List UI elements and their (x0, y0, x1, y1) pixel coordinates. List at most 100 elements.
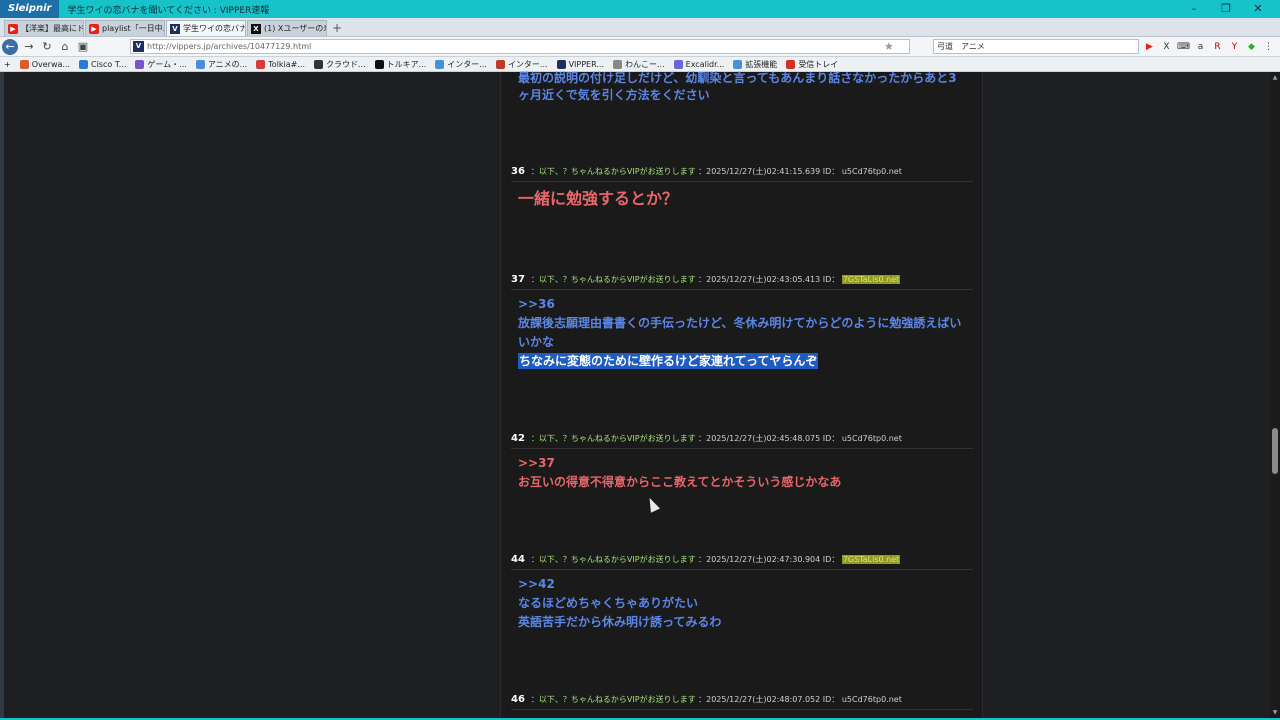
minimize-button[interactable]: – (1178, 0, 1210, 18)
url-text: http://vippers.jp/archives/10477129.html (147, 42, 312, 51)
tab-vipper[interactable]: V学生ワイの恋バナ... (166, 20, 246, 36)
post-id-highlighted[interactable]: 7GSTaLis0.net (841, 555, 901, 564)
bookmark-label: ゲーム・... (147, 59, 187, 69)
add-bookmark-button[interactable]: + (4, 60, 11, 69)
post-name: ：以下、？ちゃんねるからVIPがお送りします (530, 167, 696, 176)
post-header-46: 46 ：以下、？ちゃんねるからVIPがお送りします ：2025/12/27(土)0… (511, 694, 902, 706)
keyboard-icon[interactable]: ⌨ (1176, 40, 1191, 54)
amazon-icon[interactable]: a (1193, 40, 1208, 54)
bookmark-item[interactable]: トルキア... (374, 59, 426, 70)
search-input[interactable]: 弓道 アニメ (933, 39, 1139, 54)
bookmark-item[interactable]: Cisco T... (79, 59, 127, 69)
post-id[interactable]: u5Cd76tp0.net (842, 167, 902, 176)
maximize-button[interactable]: ❐ (1210, 0, 1242, 18)
bookmark-icon (135, 59, 145, 69)
post-number[interactable]: 46 (511, 694, 525, 705)
bookmark-label: Excalidr... (685, 59, 725, 69)
scroll-down-arrow-icon[interactable]: ▼ (1270, 709, 1280, 716)
tab-label: (1) Xユーザーの寿... (264, 24, 326, 33)
post-text-line: 英語苦手だから休み明け誘ってみるわ (518, 615, 722, 629)
bookmark-label: インター... (447, 59, 487, 69)
bookmark-icon (435, 59, 445, 69)
post-anchor-link[interactable]: >>42 (518, 575, 555, 594)
bookmark-icon (19, 59, 29, 69)
post-text-line: ヶ月近くで気を引く方法をください (518, 88, 710, 102)
post-text-line: いかな (518, 335, 555, 349)
youtube-icon[interactable]: ▶ (1142, 40, 1157, 54)
bookmark-label: アニメの... (207, 59, 248, 69)
post-separator (511, 181, 973, 182)
post-number[interactable]: 36 (511, 166, 525, 177)
post-text-line: 放課後志願理由書書くの手伝ったけど、冬休み明けてからどのように勉強誘えばい (518, 316, 962, 330)
post-id[interactable]: u5Cd76tp0.net (842, 434, 902, 443)
x-icon: X (251, 23, 261, 34)
post-date: ：2025/12/27(土)02:48:07.052 (698, 695, 821, 704)
bookmark-item[interactable]: Excalidr... (673, 59, 725, 69)
tab-bar: ▶【洋楽】最高にド... ▶playlist「一日中... V学生ワイの恋バナ.… (0, 18, 1280, 37)
bookmark-item[interactable]: ゲーム・... (135, 59, 187, 70)
page-icon[interactable]: ▣ (74, 38, 92, 56)
title-bar: Sleipnir 学生ワイの恋バナを聞いてください : VIPPER速報 – ❐… (0, 0, 1280, 18)
bookmark-item[interactable]: アニメの... (195, 59, 248, 70)
bookmark-item[interactable]: インター... (435, 59, 487, 70)
post-text-line: お互いの得意不得意からここ教えてとかそういう感じかなあ (518, 475, 842, 489)
bookmark-item[interactable]: 拡張機能 (733, 59, 777, 70)
menu-icon[interactable]: ⋮ (1261, 40, 1276, 54)
tab-x[interactable]: X(1) Xユーザーの寿... (247, 20, 327, 36)
post-date: ：2025/12/27(土)02:41:15.639 (698, 167, 821, 176)
site-favicon-icon: V (133, 41, 144, 52)
gmail-icon (786, 59, 796, 69)
post-date: ：2025/12/27(土)02:43:05.413 (698, 275, 821, 284)
post-number[interactable]: 42 (511, 433, 525, 444)
window-title: 学生ワイの恋バナを聞いてください : VIPPER速報 (67, 5, 270, 16)
app-brand: Sleipnir (0, 0, 60, 18)
bookmark-item[interactable]: Tolkia#... (256, 59, 305, 69)
bookmark-label: インター... (507, 59, 548, 69)
toolbar-icons: ▶ X ⌨ a R Y ◆ ⋮ (1142, 40, 1278, 54)
bookmark-icon (374, 59, 384, 69)
x-icon[interactable]: X (1159, 40, 1174, 54)
forward-arrow-icon[interactable]: → (20, 38, 38, 56)
reload-icon[interactable]: ↻ (38, 38, 56, 56)
address-bar: ← → ↻ ⌂ ▣ V http://vippers.jp/archives/1… (0, 37, 1280, 57)
post-text-line: なるほどめちゃくちゃありがたい (518, 596, 699, 610)
post-number[interactable]: 44 (511, 554, 525, 565)
tab-youtube-2[interactable]: ▶ playlist「一日中... (85, 20, 165, 36)
home-icon[interactable]: ⌂ (56, 38, 74, 56)
bookmark-label: Cisco T... (91, 59, 127, 69)
bookmark-star-icon[interactable]: ★ (884, 40, 894, 53)
post-id-highlighted[interactable]: 7GSTaLis0.net (841, 275, 901, 284)
bookmark-item[interactable]: わんこー... (613, 59, 665, 70)
bookmark-item[interactable]: 受信トレイ (786, 59, 838, 70)
bookmark-icon (195, 59, 205, 69)
post-separator (511, 569, 973, 570)
scrollbar-thumb[interactable] (1272, 428, 1278, 474)
yahoo-icon[interactable]: Y (1227, 40, 1242, 54)
post-anchor-link[interactable]: >>37 (518, 454, 555, 473)
extension-icon[interactable]: ◆ (1244, 40, 1259, 54)
url-input[interactable]: V http://vippers.jp/archives/10477129.ht… (130, 39, 910, 54)
window-controls: – ❐ ✕ (1178, 0, 1274, 18)
post-id-label: ID： (822, 555, 840, 564)
post-date: ：2025/12/27(土)02:45:48.075 (698, 434, 821, 443)
rakuten-icon[interactable]: R (1210, 40, 1225, 54)
post-text: 一緒に勉強するとか？ (518, 189, 679, 208)
back-arrow-icon[interactable]: ← (2, 38, 18, 55)
vertical-scrollbar[interactable]: ▲ ▼ (1270, 72, 1280, 718)
bookmark-item[interactable]: インター... (495, 59, 548, 70)
post-name: ：以下、？ちゃんねるからVIPがお送りします (530, 695, 696, 704)
post-name: ：以下、？ちゃんねるからVIPがお送りします (530, 434, 696, 443)
new-tab-button[interactable]: + (328, 20, 346, 36)
close-button[interactable]: ✕ (1242, 0, 1274, 18)
tab-youtube-1[interactable]: ▶【洋楽】最高にド... (4, 20, 84, 36)
scroll-up-arrow-icon[interactable]: ▲ (1270, 74, 1280, 81)
bookmark-item[interactable]: クラウド... (314, 59, 366, 70)
tab-label: 【洋楽】最高にド... (21, 24, 84, 33)
post-separator (511, 289, 973, 290)
bookmark-icon (556, 59, 566, 69)
bookmark-item[interactable]: Overwa... (19, 59, 70, 69)
post-number[interactable]: 37 (511, 274, 525, 285)
post-id[interactable]: u5Cd76tp0.net (842, 695, 902, 704)
post-anchor-link[interactable]: >>36 (518, 295, 555, 314)
bookmark-item[interactable]: VIPPER... (556, 59, 604, 69)
